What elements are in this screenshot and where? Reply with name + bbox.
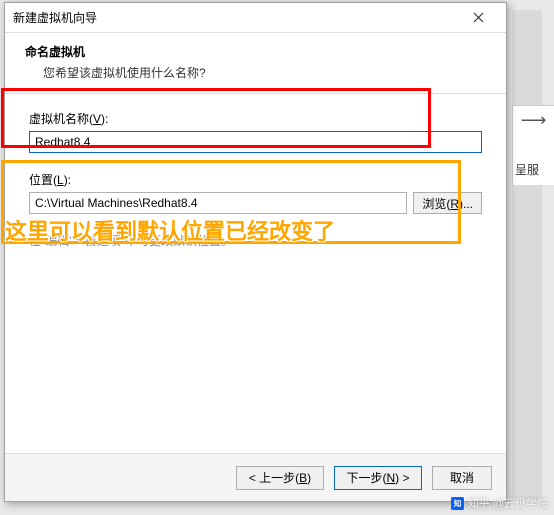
bg-symbol: ⟶ — [515, 110, 552, 131]
wizard-dialog: 新建虚拟机向导 命名虚拟机 您希望该虚拟机使用什么名称? 虚拟机名称(V): 位… — [4, 2, 507, 502]
next-button[interactable]: 下一步(N) > — [334, 466, 422, 490]
header-title: 命名虚拟机 — [25, 43, 486, 60]
browse-button[interactable]: 浏览(R)... — [413, 192, 482, 214]
zhihu-icon: 知 — [451, 497, 464, 510]
close-icon — [473, 12, 484, 23]
wizard-header: 命名虚拟机 您希望该虚拟机使用什么名称? — [5, 33, 506, 94]
vm-location-label: 位置(L): — [29, 171, 482, 188]
vm-name-input[interactable] — [29, 131, 482, 153]
header-subtitle: 您希望该虚拟机使用什么名称? — [43, 64, 486, 81]
annotation-text: 这里可以看到默认位置已经改变了 — [5, 214, 335, 246]
cancel-button[interactable]: 取消 — [432, 466, 492, 490]
background-shadow — [512, 10, 542, 500]
watermark: 知 知乎 @云贝学院 — [451, 495, 548, 511]
location-row: 浏览(R)... — [29, 192, 482, 214]
watermark-text: 知乎 @云贝学院 — [468, 495, 548, 511]
vm-location-input[interactable] — [29, 192, 407, 214]
wizard-content: 虚拟机名称(V): 位置(L): 浏览(R)... 在"编辑">"首选项"中可更… — [5, 94, 506, 453]
vm-name-group: 虚拟机名称(V): — [29, 110, 482, 153]
vm-name-label: 虚拟机名称(V): — [29, 110, 482, 127]
vm-location-group: 位置(L): 浏览(R)... — [29, 171, 482, 214]
svg-text:知: 知 — [453, 498, 461, 508]
background-window-fragment: ⟶ 呈服 — [512, 105, 554, 185]
titlebar: 新建虚拟机向导 — [5, 3, 506, 33]
window-title: 新建虚拟机向导 — [13, 9, 458, 26]
bg-text: 呈服 — [515, 161, 552, 178]
wizard-footer: < 上一步(B) 下一步(N) > 取消 — [5, 453, 506, 501]
back-button[interactable]: < 上一步(B) — [236, 466, 324, 490]
close-button[interactable] — [458, 4, 498, 32]
